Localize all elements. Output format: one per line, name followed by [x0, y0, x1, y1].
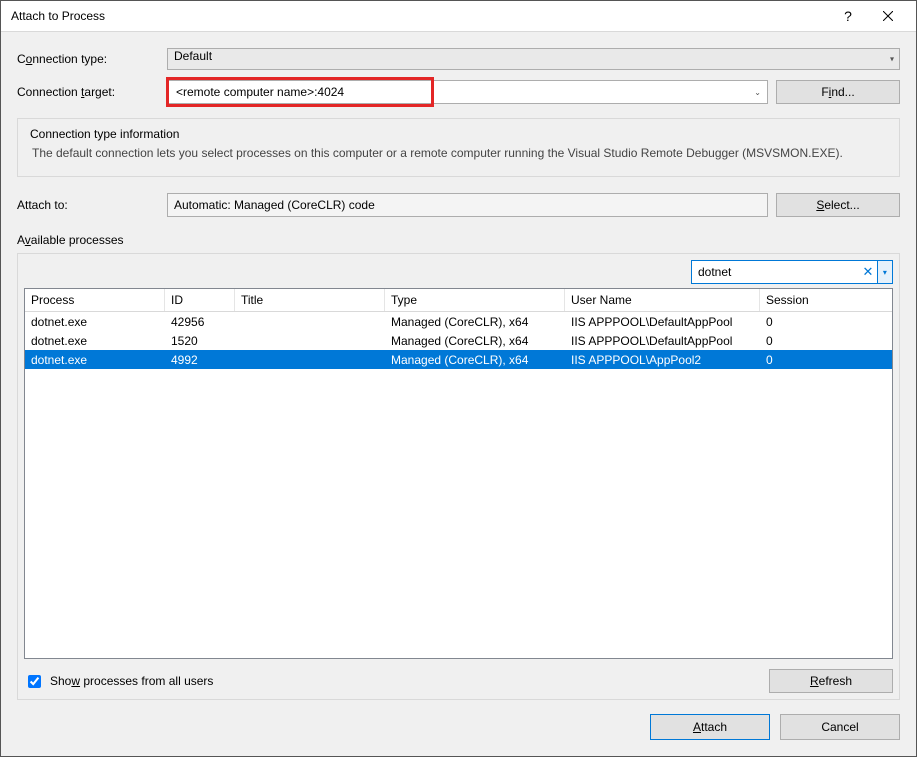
attach-button[interactable]: Attach — [650, 714, 770, 740]
close-button[interactable] — [868, 1, 908, 31]
connection-type-row: Connection type: Default ▾ — [17, 48, 900, 70]
col-id[interactable]: ID — [165, 289, 235, 311]
connection-target-row: Connection target: <remote computer name… — [17, 80, 900, 104]
attach-to-process-dialog: Attach to Process ? Connection type: Def… — [0, 0, 917, 757]
col-title[interactable]: Title — [235, 289, 385, 311]
window-title: Attach to Process — [11, 9, 828, 23]
attach-to-label: Attach to: — [17, 198, 167, 212]
select-button[interactable]: Select... — [776, 193, 900, 217]
group-body: The default connection lets you select p… — [30, 145, 887, 162]
cell: dotnet.exe — [25, 334, 165, 348]
connection-type-label: Connection type: — [17, 52, 167, 66]
attach-to-row: Attach to: Automatic: Managed (CoreCLR) … — [17, 193, 900, 217]
chevron-down-icon: ⌄ — [754, 88, 761, 97]
col-session[interactable]: Session — [760, 289, 840, 311]
filter-dropdown-button[interactable]: ▾ — [878, 261, 892, 283]
show-all-users-input[interactable] — [28, 675, 41, 688]
cell: 0 — [760, 334, 840, 348]
cell: Managed (CoreCLR), x64 — [385, 353, 565, 367]
available-processes-label: Available processes — [17, 233, 900, 247]
cell: 0 — [760, 315, 840, 329]
group-title: Connection type information — [30, 127, 887, 141]
cell: Managed (CoreCLR), x64 — [385, 315, 565, 329]
filter-input[interactable] — [692, 262, 859, 282]
process-listview[interactable]: Process ID Title Type User Name Session … — [24, 288, 893, 659]
table-row[interactable]: dotnet.exe4992 Managed (CoreCLR), x64IIS … — [25, 350, 892, 369]
table-row[interactable]: dotnet.exe42956 Managed (CoreCLR), x64IIS… — [25, 312, 892, 331]
connection-type-info-group: Connection type information The default … — [17, 118, 900, 177]
table-row[interactable]: dotnet.exe1520 Managed (CoreCLR), x64IIS … — [25, 331, 892, 350]
cell: dotnet.exe — [25, 353, 165, 367]
cell: 0 — [760, 353, 840, 367]
attach-to-field: Automatic: Managed (CoreCLR) code — [167, 193, 768, 217]
connection-type-select[interactable]: Default — [167, 48, 900, 70]
cell: IIS APPPOOL\AppPool2 — [565, 353, 760, 367]
titlebar: Attach to Process ? — [1, 1, 916, 32]
cell: dotnet.exe — [25, 315, 165, 329]
cell: Managed (CoreCLR), x64 — [385, 334, 565, 348]
cell: IIS APPPOOL\DefaultAppPool — [565, 334, 760, 348]
show-all-users-checkbox[interactable]: Show processes from all users — [24, 672, 213, 691]
cell: 4992 — [165, 353, 235, 367]
connection-target-label: Connection target: — [17, 85, 167, 99]
col-type[interactable]: Type — [385, 289, 565, 311]
cancel-button[interactable]: Cancel — [780, 714, 900, 740]
filter-box: ✕ ▾ — [691, 260, 893, 284]
listview-header: Process ID Title Type User Name Session — [25, 289, 892, 312]
connection-target-value: <remote computer name>:4024 — [168, 85, 344, 99]
attach-to-value: Automatic: Managed (CoreCLR) code — [174, 198, 375, 212]
chevron-down-icon: ▾ — [883, 268, 887, 277]
show-all-users-label: Show processes from all users — [50, 674, 213, 688]
x-icon: ✕ — [862, 264, 873, 280]
col-process[interactable]: Process — [25, 289, 165, 311]
connection-target-input[interactable]: <remote computer name>:4024 ⌄ — [167, 80, 768, 104]
listview-body: dotnet.exe42956Managed (CoreCLR), x64IIS… — [25, 312, 892, 658]
cell: IIS APPPOOL\DefaultAppPool — [565, 315, 760, 329]
filter-row: ✕ ▾ — [24, 260, 893, 284]
find-button[interactable]: Find... — [776, 80, 900, 104]
cell: 1520 — [165, 334, 235, 348]
processes-panel: ✕ ▾ Process ID Title Type User Name Sess… — [17, 253, 900, 700]
cell: 42956 — [165, 315, 235, 329]
help-button[interactable]: ? — [828, 1, 868, 31]
refresh-button[interactable]: Refresh — [769, 669, 893, 693]
dialog-buttons: Attach Cancel — [1, 700, 916, 756]
close-icon — [883, 11, 893, 21]
connection-type-value: Default — [174, 49, 212, 63]
clear-filter-button[interactable]: ✕ — [859, 261, 878, 283]
col-user[interactable]: User Name — [565, 289, 760, 311]
